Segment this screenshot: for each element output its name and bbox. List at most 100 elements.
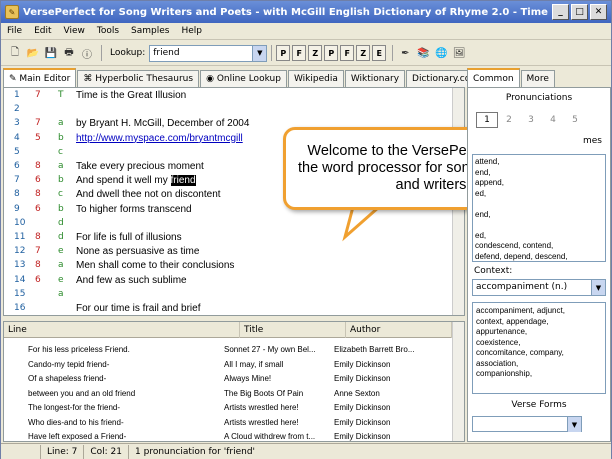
table-row[interactable]: Cando-my tepid friend- All I may, if smal… xyxy=(4,357,452,372)
menu-edit[interactable]: Edit xyxy=(28,26,57,36)
new-file-icon[interactable]: 🗋 xyxy=(7,45,23,61)
syllable-count: 8 xyxy=(35,161,41,171)
chevron-down-icon[interactable]: ▼ xyxy=(252,45,267,61)
pron-tab-4[interactable]: 4 xyxy=(542,112,564,128)
tab-wiktionary[interactable]: Wiktionary xyxy=(344,70,406,87)
context-word-item[interactable]: accompaniment, adjunct, xyxy=(476,306,602,317)
cell-title: All I may, if small xyxy=(224,359,284,369)
table-row[interactable]: Of a shapeless friend- Always Mine! Emily … xyxy=(4,371,452,386)
list-header: Line Title Author xyxy=(4,322,464,338)
menu-help[interactable]: Help xyxy=(175,26,208,36)
syllable-count: 8 xyxy=(35,189,41,200)
table-row[interactable]: Who dies-and to his friend- Artists wrest… xyxy=(4,415,452,430)
table-row[interactable]: between you and an old friend The Big Boo… xyxy=(4,386,452,401)
format-button-6[interactable]: Z xyxy=(356,45,371,61)
context-word-item[interactable]: coexistence, xyxy=(476,338,602,349)
rhyme-item[interactable]: ed, xyxy=(475,231,603,242)
close-button[interactable]: ✕ xyxy=(590,4,607,20)
rhyme-scheme-letter: b xyxy=(58,175,64,186)
format-button-3[interactable]: Z xyxy=(308,45,323,61)
rhymes-list[interactable]: attend, end, append, ed, end, ed, condescend… xyxy=(472,154,606,262)
selected-word[interactable]: friend xyxy=(170,175,196,187)
pron-tab-2[interactable]: 2 xyxy=(498,112,520,128)
rhyme-item[interactable] xyxy=(475,220,603,231)
line-text: None as persuasive as time xyxy=(76,246,200,258)
quill-icon[interactable]: ✒ xyxy=(397,45,413,61)
rhyme-item[interactable]: end, xyxy=(475,210,603,221)
tab-main-editor[interactable]: ✎ Main Editor xyxy=(3,68,77,87)
rhyme-scheme-letter: a xyxy=(58,118,64,129)
menu-view[interactable]: View xyxy=(58,26,91,36)
editor-line[interactable]: 12 7 e None as persuasive as time xyxy=(4,246,464,260)
right-tabs: Common More xyxy=(467,68,611,87)
rhyme-item[interactable]: attend, xyxy=(475,157,603,168)
globe-icon[interactable]: 🌐 xyxy=(433,45,449,61)
tab-more[interactable]: More xyxy=(520,70,555,87)
rhyme-scheme-letter: d xyxy=(58,232,64,242)
format-button-7[interactable]: E xyxy=(372,45,387,61)
menu-samples[interactable]: Samples xyxy=(125,26,175,36)
context-words-list[interactable]: accompaniment, adjunct, context, appendag… xyxy=(472,302,606,394)
rhyme-item[interactable] xyxy=(475,199,603,210)
editor-line[interactable]: 14 6 e And few as such sublime xyxy=(4,275,464,289)
save-icon[interactable]: 💾 xyxy=(43,45,59,61)
context-word-item[interactable]: appurtenance, xyxy=(476,327,602,338)
editor-line[interactable]: 15 a xyxy=(4,289,464,303)
context-select[interactable]: accompaniment (n.) ▼ xyxy=(472,279,606,296)
menu-tools[interactable]: Tools xyxy=(91,26,125,36)
context-word-item[interactable]: association, xyxy=(476,359,602,370)
editor-line[interactable]: 11 8 d For life is full of illusions xyxy=(4,232,464,246)
open-folder-icon[interactable]: 📂 xyxy=(25,45,41,61)
editor-line[interactable]: 2 xyxy=(4,104,464,118)
line-number: 14 xyxy=(14,274,26,285)
info-icon[interactable]: ⓘ xyxy=(79,45,95,61)
header-title[interactable]: Title xyxy=(240,322,346,338)
rhyme-item[interactable]: end, xyxy=(475,168,603,179)
pron-tab-1[interactable]: 1 xyxy=(476,112,498,128)
format-button-5[interactable]: F xyxy=(340,45,355,61)
format-button-2[interactable]: F xyxy=(292,45,307,61)
pron-tab-3[interactable]: 3 xyxy=(520,112,542,128)
syllable-count: 7 xyxy=(35,246,41,257)
rhyme-item[interactable]: condescend, contend, xyxy=(475,241,603,252)
picture-icon[interactable]: 🖼 xyxy=(451,45,467,61)
minimize-button[interactable]: _ xyxy=(552,4,569,20)
callout-tail xyxy=(342,205,383,242)
context-word-item[interactable]: concomitance, company, xyxy=(476,348,602,359)
tab-wikipedia[interactable]: Wikipedia xyxy=(287,70,344,87)
context-word-item[interactable]: context, appendage, xyxy=(476,317,602,328)
header-line[interactable]: Line xyxy=(4,322,240,338)
verse-forms-select[interactable]: ▼ xyxy=(472,416,582,432)
editor-line[interactable]: 13 8 a Men shall come to their conclusions xyxy=(4,260,464,274)
editor-line[interactable]: 1 7 T Time is the Great Illusion xyxy=(4,90,464,104)
pron-tab-5[interactable]: 5 xyxy=(564,112,586,128)
list-scrollbar[interactable] xyxy=(452,322,464,441)
cell-title: Sonnet 27 - My own Bel... xyxy=(224,345,316,354)
editor-line[interactable]: 10 d xyxy=(4,218,464,232)
table-row[interactable]: The longest-for the friend- Artists wrest… xyxy=(4,400,452,415)
context-word-item[interactable]: companionship, xyxy=(476,369,602,380)
books-icon[interactable]: 📚 xyxy=(415,45,431,61)
rhyme-scheme-letter: c xyxy=(58,189,63,200)
lookup-value: friend xyxy=(153,47,180,58)
rhyme-item[interactable]: defend, depend, descend, xyxy=(475,252,603,262)
tab-common[interactable]: Common xyxy=(467,68,520,87)
rhyme-item[interactable]: ed, xyxy=(475,189,603,200)
chevron-down-icon[interactable]: ▼ xyxy=(567,417,581,432)
menu-file[interactable]: File xyxy=(1,26,28,36)
format-button-1[interactable]: P xyxy=(276,45,291,61)
header-author[interactable]: Author xyxy=(346,322,452,338)
chevron-down-icon[interactable]: ▼ xyxy=(591,280,605,295)
tab-hyperbolic-thesaurus[interactable]: ⌘ Hyperbolic Thesaurus xyxy=(77,70,200,87)
editor-line[interactable]: 16 For our time is frail and brief xyxy=(4,303,464,315)
syllable-count: 6 xyxy=(35,175,41,186)
tab-online-lookup[interactable]: ◉ Online Lookup xyxy=(200,70,287,87)
table-row[interactable]: Have left exposed a Friend- A Cloud withd… xyxy=(4,429,452,441)
table-row[interactable]: For his less priceless Friend. Sonnet 27 … xyxy=(4,342,452,357)
lookup-combobox[interactable]: friend ▼ xyxy=(149,44,268,62)
rhyme-item[interactable]: append, xyxy=(475,178,603,189)
print-icon[interactable]: 🖶 xyxy=(61,45,77,61)
status-line: Line: 7 xyxy=(41,444,85,459)
maximize-button[interactable]: □ xyxy=(571,4,588,20)
format-button-4[interactable]: P xyxy=(324,45,339,61)
